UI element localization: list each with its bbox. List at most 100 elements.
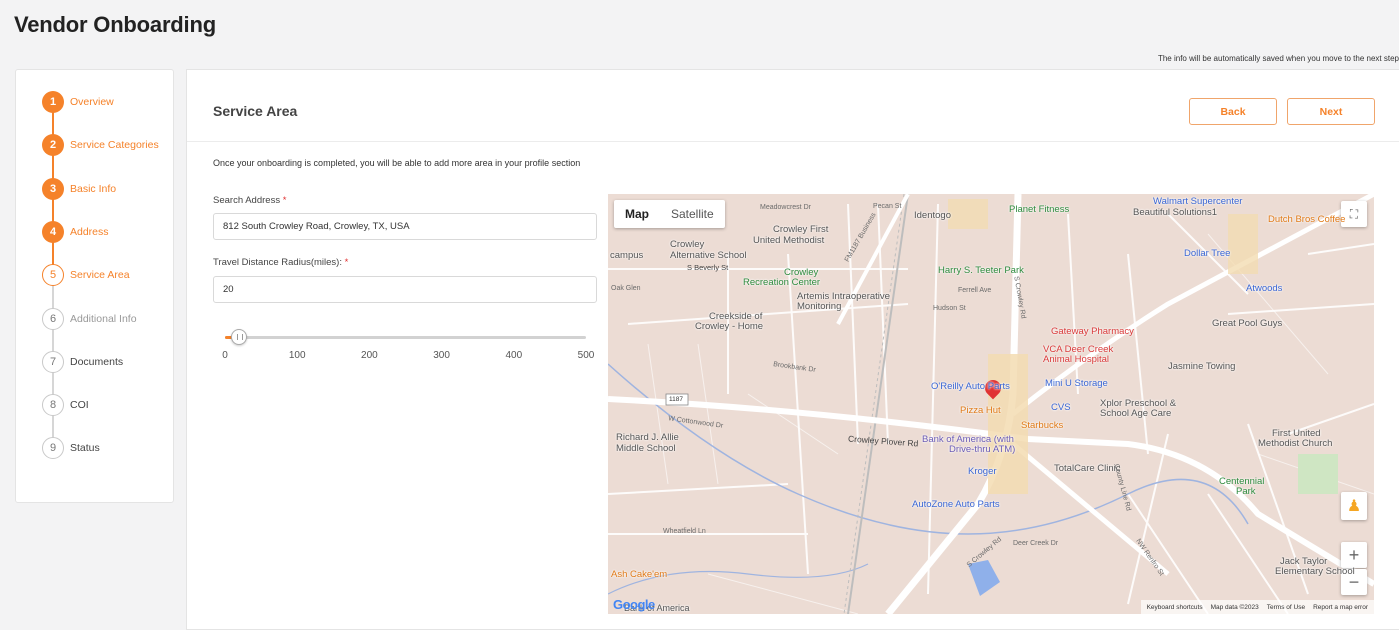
step-label: COI <box>70 399 89 411</box>
slider-tick-label: 500 <box>577 350 595 361</box>
step-label: Basic Info <box>70 183 117 195</box>
step-label: Overview <box>70 96 114 108</box>
step-label: Address <box>70 226 109 238</box>
poi-cvs[interactable]: CVS <box>1051 402 1071 413</box>
google-logo-text: Google <box>613 597 655 612</box>
step-number: 1 <box>42 91 64 113</box>
poi-identogo[interactable]: Identogo <box>914 210 951 221</box>
search-address-label: Search Address * <box>213 195 286 206</box>
street-label: Oak Glen <box>611 285 641 292</box>
step-number: 3 <box>42 178 64 200</box>
poi-totalcare-clinic[interactable]: TotalCare Clinic <box>1054 463 1121 474</box>
poi-crowley-first[interactable]: Crowley First <box>773 224 828 235</box>
street-label: Deer Creek Dr <box>1013 540 1059 547</box>
poi-dollar-tree[interactable]: Dollar Tree <box>1184 248 1230 259</box>
step-label: Additional Info <box>70 313 137 325</box>
step-label: Service Categories <box>70 139 159 151</box>
step-address[interactable]: 4 Address <box>42 221 109 243</box>
street-label: Pecan St <box>873 203 902 210</box>
poi-dutch-bros[interactable]: Dutch Bros Coffee <box>1268 214 1345 225</box>
keyboard-shortcuts-link[interactable]: Keyboard shortcuts <box>1147 604 1203 611</box>
map-data-text: Map data ©2023 <box>1210 603 1259 611</box>
search-address-input[interactable]: 812 South Crowley Road, Crowley, TX, USA <box>213 213 597 240</box>
poi-ash-cakeem[interactable]: Ash Cake'em <box>611 569 667 580</box>
street-label: S Beverly St <box>687 263 729 272</box>
poi-alternative-school[interactable]: Alternative School <box>670 250 747 261</box>
poi-jasmine-towing[interactable]: Jasmine Towing <box>1168 361 1235 372</box>
map-footer: Keyboard shortcuts Map data ©2023 Terms … <box>1140 600 1374 614</box>
street-label: Hudson St <box>933 305 966 312</box>
route-shield-label: 1187 <box>669 396 683 403</box>
step-number: 2 <box>42 134 64 156</box>
poi-kroger[interactable]: Kroger <box>968 466 997 477</box>
step-overview[interactable]: 1 Overview <box>42 91 114 113</box>
step-status[interactable]: 9 Status <box>42 437 100 459</box>
step-service-area[interactable]: 5 Service Area <box>42 264 130 286</box>
poi-beautiful-solutions[interactable]: Beautiful Solutions1 <box>1133 207 1217 218</box>
search-address-label-text: Search Address <box>213 195 281 206</box>
map-type-toggle: Map Satellite <box>614 200 725 228</box>
google-logo: Google <box>613 597 655 612</box>
poi-united-methodist[interactable]: United Methodist <box>753 235 824 246</box>
poi-oreilly[interactable]: O'Reilly Auto Parts <box>931 381 1010 392</box>
step-documents[interactable]: 7 Documents <box>42 351 123 373</box>
terms-link[interactable]: Terms of Use <box>1267 604 1305 611</box>
service-area-map[interactable]: Map Satellite ⛶ ♟ + − Planet Fitness Wal… <box>608 194 1374 614</box>
radius-slider-track[interactable] <box>225 336 586 339</box>
slider-tick-label: 200 <box>361 350 378 361</box>
autosave-note: The info will be automatically saved whe… <box>1157 54 1399 63</box>
step-additional-info[interactable]: 6 Additional Info <box>42 308 137 330</box>
poi-crowley-alt[interactable]: Crowley <box>670 239 704 250</box>
poi-animal-hospital[interactable]: Animal Hospital <box>1043 354 1109 365</box>
poi-harry-teeter-park[interactable]: Harry S. Teeter Park <box>938 265 1024 276</box>
page-title: Vendor Onboarding <box>14 12 216 37</box>
step-label: Service Area <box>70 269 130 281</box>
poi-atwoods[interactable]: Atwoods <box>1246 283 1282 294</box>
poi-starbucks[interactable]: Starbucks <box>1021 420 1063 431</box>
onboarding-stepper: 1 Overview 2 Service Categories 3 Basic … <box>15 69 174 503</box>
poi-recreation-center[interactable]: Recreation Center <box>743 277 820 288</box>
pegman-icon[interactable]: ♟ <box>1341 492 1367 520</box>
radius-label-text: Travel Distance Radius(miles): <box>213 257 342 268</box>
panel-header: Service Area Back Next <box>187 70 1399 142</box>
radius-input[interactable]: 20 <box>213 276 597 303</box>
poi-middle-school[interactable]: Middle School <box>616 443 676 454</box>
map-type-satellite-button[interactable]: Satellite <box>660 200 725 228</box>
poi-walmart[interactable]: Walmart Supercenter <box>1153 196 1242 207</box>
poi-richard-allie[interactable]: Richard J. Allie <box>616 432 679 443</box>
poi-elementary-school[interactable]: Elementary School <box>1275 566 1355 577</box>
poi-school-age-care[interactable]: School Age Care <box>1100 408 1171 419</box>
step-basic-info[interactable]: 3 Basic Info <box>42 178 116 200</box>
poi-methodist-church[interactable]: Methodist Church <box>1258 438 1332 449</box>
step-number: 6 <box>42 308 64 330</box>
poi-autozone[interactable]: AutoZone Auto Parts <box>912 499 1000 510</box>
step-label: Documents <box>70 356 124 368</box>
required-mark: * <box>282 195 287 206</box>
step-service-categories[interactable]: 2 Service Categories <box>42 134 159 156</box>
map-type-map-button[interactable]: Map <box>614 200 660 228</box>
poi-drive-thru-atm[interactable]: Drive-thru ATM) <box>949 444 1015 455</box>
radius-label: Travel Distance Radius(miles): * <box>213 257 348 268</box>
poi-gateway-pharmacy[interactable]: Gateway Pharmacy <box>1051 326 1134 337</box>
section-title: Service Area <box>213 103 298 119</box>
zoom-in-button[interactable]: + <box>1341 542 1367 568</box>
poi-monitoring[interactable]: Monitoring <box>797 301 841 312</box>
poi-crowley-home[interactable]: Crowley - Home <box>695 321 763 332</box>
info-text: Once your onboarding is completed, you w… <box>213 158 581 168</box>
street-label: Meadowcrest Dr <box>760 204 811 211</box>
poi-pizza-hut[interactable]: Pizza Hut <box>960 405 1001 416</box>
poi-planet-fitness[interactable]: Planet Fitness <box>1009 204 1069 215</box>
report-error-link[interactable]: Report a map error <box>1313 604 1368 611</box>
poi-great-pool-guys[interactable]: Great Pool Guys <box>1212 318 1282 329</box>
next-button[interactable]: Next <box>1287 98 1375 125</box>
poi-mini-u-storage[interactable]: Mini U Storage <box>1045 378 1108 389</box>
radius-slider-thumb[interactable] <box>231 329 248 345</box>
step-number: 8 <box>42 394 64 416</box>
poi-park[interactable]: Park <box>1236 486 1256 497</box>
street-label: Ferrell Ave <box>958 287 992 294</box>
back-button[interactable]: Back <box>1189 98 1277 125</box>
step-number: 9 <box>42 437 64 459</box>
step-coi[interactable]: 8 COI <box>42 394 89 416</box>
poi-campus[interactable]: campus <box>610 250 643 261</box>
required-mark: * <box>344 257 349 268</box>
